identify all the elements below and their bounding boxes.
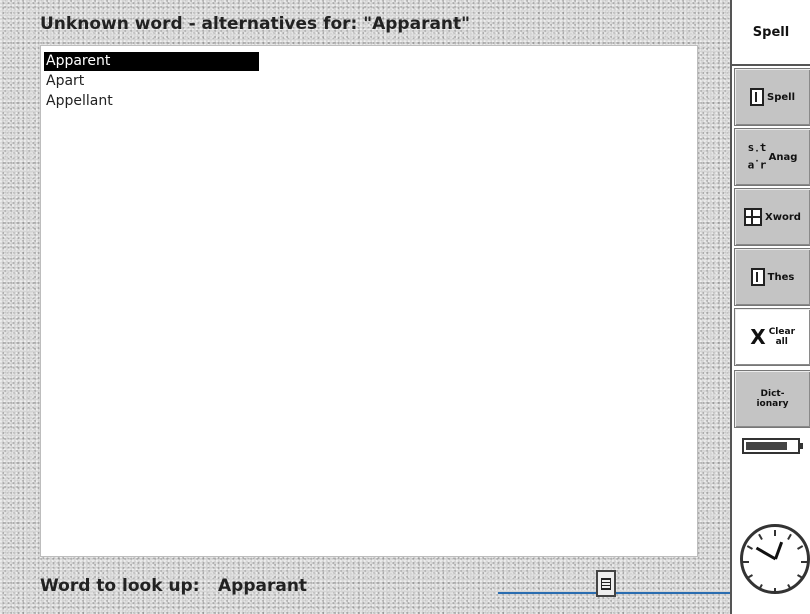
lookup-menu-button[interactable] xyxy=(596,570,616,597)
clock-icon xyxy=(740,524,810,594)
list-item[interactable]: Appellant xyxy=(44,92,259,111)
toolbar: Spell Spell s·t a·r Anag Xword Thes X Cle… xyxy=(730,0,810,614)
spell-button-label: Spell xyxy=(767,91,795,103)
clock-tick xyxy=(758,584,763,591)
list-item[interactable]: Apparent xyxy=(44,52,259,71)
dialog-title: Unknown word - alternatives for: "Appara… xyxy=(40,14,471,34)
clear-all-label: Clear all xyxy=(768,327,796,347)
clock-tick xyxy=(746,545,753,550)
book-icon xyxy=(750,268,765,286)
clock-tick xyxy=(787,533,792,540)
crossword-icon xyxy=(744,208,763,226)
crossword-button-label: Xword xyxy=(765,211,801,223)
clock-tick xyxy=(801,561,807,563)
anagram-button-label: Anag xyxy=(768,151,798,163)
clock-tick xyxy=(797,545,804,550)
anagram-button[interactable]: s·t a·r Anag xyxy=(734,128,810,186)
book-icon xyxy=(750,88,764,106)
anagram-icon: s·t a·r xyxy=(747,141,767,172)
list-item[interactable]: Apart xyxy=(44,72,259,91)
clear-all-button[interactable]: X Clear all xyxy=(734,308,810,366)
battery-level xyxy=(746,442,787,450)
clock-tick xyxy=(746,574,753,579)
thesaurus-button-label: Thes xyxy=(767,271,795,283)
clock-tick xyxy=(797,574,804,579)
clock-tick xyxy=(774,588,776,594)
clock-tick xyxy=(758,533,763,540)
crossword-button[interactable]: Xword xyxy=(734,188,810,246)
battery-indicator xyxy=(742,438,803,454)
clock-hand xyxy=(755,546,776,561)
clock-tick xyxy=(743,561,749,563)
spell-button[interactable]: Spell xyxy=(734,68,810,126)
dictionary-button[interactable]: Dict-ionary xyxy=(734,370,810,428)
clock-tick xyxy=(774,530,776,536)
list-icon xyxy=(601,577,611,590)
clock-tick xyxy=(787,584,792,591)
toolbar-title: Spell xyxy=(732,0,810,66)
alternatives-list[interactable]: Apparent Apart Appellant xyxy=(40,45,698,557)
battery-tip xyxy=(800,443,803,449)
thesaurus-button[interactable]: Thes xyxy=(734,248,810,306)
clock-hand xyxy=(773,541,783,560)
dictionary-label: Dict-ionary xyxy=(756,389,789,409)
lookup-label: Word to look up: xyxy=(40,576,200,596)
lookup-input[interactable]: Apparant xyxy=(218,576,488,596)
clear-x-icon: X xyxy=(750,325,766,349)
